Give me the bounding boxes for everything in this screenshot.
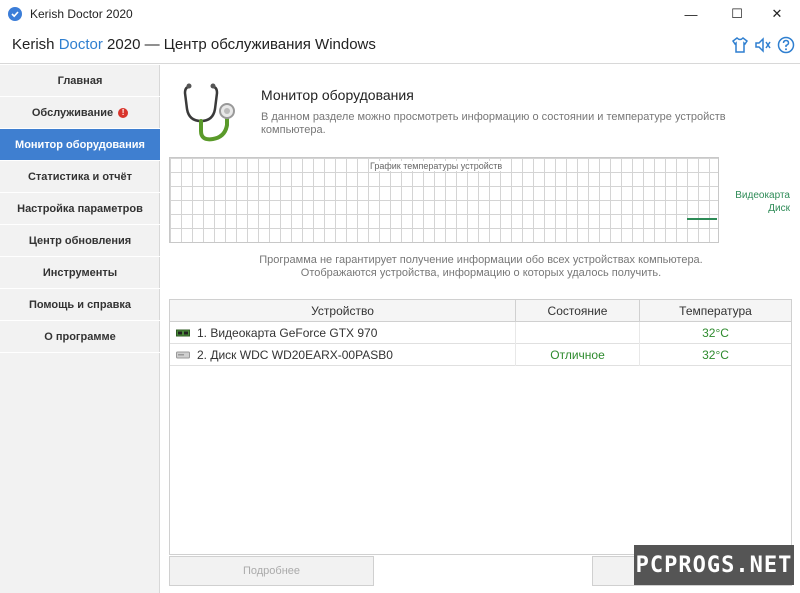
graph-title: График температуры устройств	[369, 161, 504, 171]
devices-table: Устройство Состояние Температура 1. Виде…	[169, 299, 792, 555]
shirt-icon[interactable]	[731, 36, 749, 54]
table-header: Устройство Состояние Температура	[170, 300, 791, 322]
device-name: 1. Видеокарта GeForce GTX 970	[197, 326, 378, 340]
disclaimer-text: Программа не гарантирует получение инфор…	[259, 254, 703, 279]
sidebar-item-settings[interactable]: Настройка параметров	[0, 193, 160, 225]
column-state[interactable]: Состояние	[516, 300, 640, 322]
header-title: Kerish Doctor 2020 — Центр обслуживания …	[12, 36, 376, 53]
stethoscope-icon	[181, 81, 241, 147]
main-panel: Монитор оборудования В данном разделе мо…	[161, 65, 800, 593]
sidebar-item-tools[interactable]: Инструменты	[0, 257, 160, 289]
minimize-button[interactable]: —	[668, 0, 714, 28]
sidebar-item-help[interactable]: Помощь и справка	[0, 289, 160, 321]
help-icon[interactable]	[777, 36, 795, 54]
column-temperature[interactable]: Температура	[640, 300, 791, 322]
sidebar-item-update-center[interactable]: Центр обновления	[0, 225, 160, 257]
graph-series-line	[687, 218, 717, 220]
sidebar-item-statistics[interactable]: Статистика и отчёт	[0, 161, 160, 193]
table-row[interactable]: 1. Видеокарта GeForce GTX 970 32°C	[170, 322, 791, 344]
disk-icon	[176, 351, 190, 359]
sidebar-item-home[interactable]: Главная	[0, 65, 160, 97]
sidebar-item-about[interactable]: О программе	[0, 321, 160, 353]
device-temperature: 32°C	[702, 326, 729, 340]
page-description: В данном разделе можно просмотреть инфор…	[261, 111, 726, 136]
details-button[interactable]: Подробнее	[169, 556, 374, 586]
device-name: 2. Диск WDC WD20EARX-00PASB0	[197, 348, 393, 362]
column-device[interactable]: Устройство	[170, 300, 516, 322]
speaker-icon[interactable]	[754, 36, 772, 54]
device-temperature: 32°C	[702, 348, 729, 362]
app-header: Kerish Doctor 2020 — Центр обслуживания …	[0, 28, 800, 64]
table-row[interactable]: 2. Диск WDC WD20EARX-00PASB0 Отличное 32…	[170, 344, 791, 366]
sidebar-item-maintenance[interactable]: Обслуживание!	[0, 97, 160, 129]
window-title: Kerish Doctor 2020	[30, 7, 133, 21]
gpu-icon	[176, 329, 190, 337]
legend-gpu: Видеокарта	[735, 190, 790, 201]
warning-icon: !	[118, 107, 129, 118]
app-logo-icon	[8, 7, 22, 21]
device-state	[516, 322, 640, 344]
sidebar-item-hardware-monitor[interactable]: Монитор оборудования	[0, 129, 160, 161]
close-button[interactable]: ✕	[754, 0, 800, 28]
device-state: Отличное	[516, 344, 640, 366]
legend-disk: Диск	[768, 203, 790, 214]
watermark: PCPROGS.NET	[634, 545, 794, 585]
page-title: Монитор оборудования	[261, 87, 414, 103]
sidebar: Главная Обслуживание! Монитор оборудован…	[0, 65, 160, 593]
title-bar: Kerish Doctor 2020 — ☐ ✕	[0, 0, 800, 28]
